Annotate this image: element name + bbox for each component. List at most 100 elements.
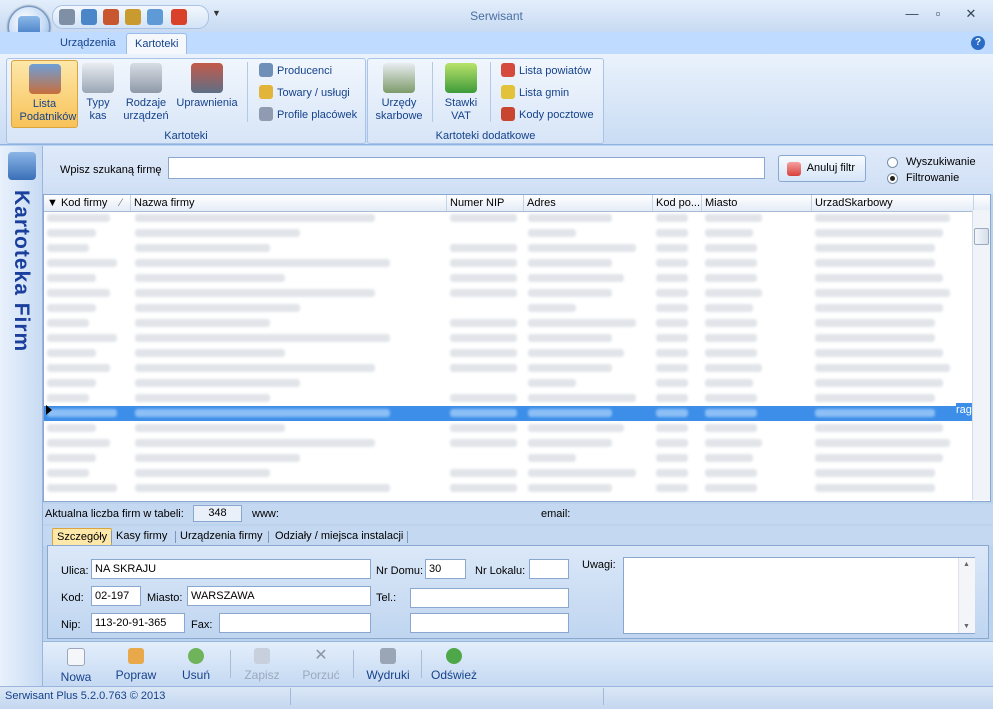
column-header-kod-pocztowy[interactable]: Kod po... [653,195,702,211]
column-header-kod[interactable]: ▼ Kod firmy ⁄ [44,195,131,211]
tab-urzadzenia[interactable]: Urządzenia [52,33,124,53]
vat-percent-icon [445,63,477,93]
calendar-icon[interactable] [125,9,141,25]
cancel-filter-button[interactable]: Anuluj filtr [778,155,866,182]
scrollbar-thumb[interactable] [974,228,989,245]
table-row[interactable] [44,256,974,271]
usun-button[interactable]: Usuń [179,645,213,683]
table-row[interactable] [44,481,974,496]
button-label: Profile placówek [277,109,358,121]
kod-field[interactable]: 02-197 [91,586,141,606]
companies-table[interactable]: ▼ Kod firmy ⁄ Nazwa firmy Numer NIP Adres… [43,194,991,502]
uwagi-field[interactable] [623,557,975,634]
table-row[interactable] [44,421,974,436]
table-cell [47,304,96,312]
lista-podatnikow-button[interactable]: Lista Podatników [11,60,78,128]
miasto-field[interactable]: WARSZAWA [187,586,371,606]
popraw-button[interactable]: Popraw [112,645,160,683]
tab-odzialy[interactable]: Odziały / miejsca instalacji [271,528,407,545]
tel-field[interactable] [410,588,569,608]
count-bar [43,504,993,524]
table-row[interactable] [44,451,974,466]
table-cell [528,409,612,417]
table-row[interactable] [44,436,974,451]
power-icon[interactable] [171,9,187,25]
nr-domu-field[interactable]: 30 [425,559,466,579]
close-button[interactable]: ✕ [957,6,985,24]
table-row[interactable] [44,316,974,331]
status-separator [290,688,291,705]
table-row[interactable] [44,241,974,256]
chevron-down-icon[interactable]: ▼ [212,8,221,18]
clock-icon[interactable] [147,9,163,25]
column-header-nip[interactable]: Numer NIP [447,195,524,211]
minimize-button[interactable]: — [898,6,926,24]
producenci-button[interactable]: Producenci [259,62,332,80]
table-row[interactable] [44,286,974,301]
radio-wyszukiwanie[interactable] [887,157,898,168]
home-icon[interactable] [59,9,75,25]
wydruki-button[interactable]: Wydruki [364,645,412,683]
notes-scrollbar[interactable]: ▲ ▼ [958,558,975,633]
rodzaje-urzadzen-button[interactable]: Rodzaje urządzeń [120,60,172,126]
table-row[interactable] [44,331,974,346]
scroll-down-icon[interactable]: ▼ [963,623,970,630]
kody-pocztowe-button[interactable]: Kody pocztowe [501,106,594,124]
zapisz-button[interactable]: Zapisz [242,645,282,683]
table-row[interactable] [44,346,974,361]
table-row[interactable] [44,226,974,241]
column-header-nazwa[interactable]: Nazwa firmy [131,195,447,211]
column-header-adres[interactable]: Adres [524,195,653,211]
tab-urzadzenia-firmy[interactable]: Urządzenia firmy [176,528,267,545]
radio-filtrowanie[interactable] [887,173,898,184]
new-document-icon [67,648,85,666]
table-cell [47,334,117,342]
table-row[interactable] [44,271,974,286]
urzedy-skarbowe-button[interactable]: Urzędy skarbowe [372,60,426,126]
maximize-button[interactable]: ▫ [924,6,952,24]
stawki-vat-button[interactable]: Stawki VAT [438,60,484,126]
device-icon[interactable] [81,9,97,25]
column-header-urzad[interactable]: UrzadSkarbowy [812,195,974,211]
profile-placowek-button[interactable]: Profile placówek [259,106,357,124]
nr-lokalu-field[interactable] [529,559,569,579]
nowa-button[interactable]: Nowa [57,645,95,684]
table-row-selected[interactable] [44,406,974,421]
www-label: www: [252,508,279,520]
lista-gmin-button[interactable]: Lista gmin [501,84,569,102]
search-input[interactable] [168,157,765,179]
ulica-field[interactable]: NA SKRAJU [91,559,371,579]
table-row[interactable] [44,301,974,316]
help-icon[interactable]: ? [971,36,985,50]
tab-separator [407,531,408,543]
table-row[interactable] [44,211,974,226]
uprawnienia-button[interactable]: Uprawnienia [175,60,239,126]
tab-szczegoly[interactable]: Szczegóły [52,528,113,546]
button-label: Nowa [60,670,92,684]
table-row[interactable] [44,361,974,376]
odswiez-button[interactable]: Odśwież [430,645,478,683]
scroll-up-icon[interactable]: ▲ [963,561,970,568]
table-row[interactable] [44,466,974,481]
toolbar-separator [353,650,354,678]
fax-field[interactable] [219,613,371,633]
button-label: Rodzaje urządzeń [123,97,169,122]
extra-field[interactable] [410,613,569,633]
table-row[interactable] [44,391,974,406]
button-label: Anuluj filtr [806,162,855,174]
tab-kartoteki[interactable]: Kartoteki [126,33,188,54]
table-vertical-scrollbar[interactable] [972,210,990,500]
nip-field[interactable]: 113-20-91-365 [91,613,185,633]
table-cell [450,484,517,492]
towary-uslugi-button[interactable]: Towary / usługi [259,84,350,102]
table-cell [705,274,757,282]
porzuc-button[interactable]: ✕ Porzuć [300,645,342,683]
tab-kasy-firmy[interactable]: Kasy firmy [112,528,171,545]
column-header-miasto[interactable]: Miasto [702,195,812,211]
lista-powiatow-button[interactable]: Lista powiatów [501,62,591,80]
typy-kas-button[interactable]: Typy kas [79,60,117,126]
table-row[interactable] [44,376,974,391]
column-label: Kod firmy [60,197,108,209]
box-icon[interactable] [103,9,119,25]
table-cell [705,244,757,252]
